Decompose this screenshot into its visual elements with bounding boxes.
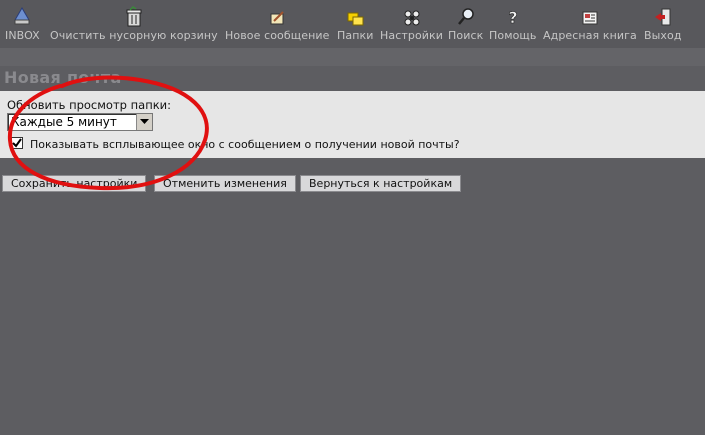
help-icon: ?	[508, 8, 518, 28]
toolbar-logout-button[interactable]: Выход	[644, 6, 682, 46]
cancel-changes-button[interactable]: Отменить изменения	[154, 175, 296, 192]
toolbar-help-button[interactable]: ? Помощь	[489, 6, 536, 46]
inbox-icon	[14, 7, 31, 25]
search-icon	[457, 8, 474, 25]
toolbar-settings-button[interactable]: Настройки	[380, 6, 443, 46]
chevron-down-icon	[140, 119, 149, 124]
toolbar-empty-trash-button[interactable]: Очистить нусорную корзину	[50, 6, 218, 46]
toolbar-address-book-label: Адресная книга	[543, 29, 637, 42]
compose-icon	[270, 11, 284, 25]
toolbar-inbox-button[interactable]: INBOX	[5, 6, 40, 46]
toolbar-search-button[interactable]: Поиск	[448, 6, 483, 46]
toolbar-separator	[0, 48, 705, 66]
page-title: Новая почта	[4, 68, 122, 87]
trash-icon	[126, 6, 142, 27]
toolbar-help-label: Помощь	[489, 29, 537, 42]
logout-icon	[654, 8, 671, 26]
toolbar-folders-button[interactable]: Папки	[337, 6, 374, 46]
toolbar-search-label: Поиск	[448, 29, 484, 42]
popup-notification-checkbox[interactable]	[11, 137, 23, 149]
toolbar-logout-label: Выход	[644, 29, 682, 42]
svg-text:?: ?	[508, 8, 517, 27]
folders-icon	[347, 12, 364, 26]
new-mail-settings-panel: Обновить просмотр папки: Каждые 5 минут …	[0, 91, 705, 158]
toolbar-compose-label: Новое сообщение	[225, 29, 330, 42]
save-settings-button[interactable]: Сохранить настройки	[2, 175, 147, 192]
refresh-interval-select[interactable]: Каждые 5 минут	[7, 113, 153, 131]
toolbar-inbox-label: INBOX	[5, 29, 40, 42]
back-to-settings-button[interactable]: Вернуться к настройкам	[300, 175, 462, 192]
checkmark-icon	[12, 138, 22, 148]
popup-notification-label: Показывать всплывающее окно с сообщением…	[30, 138, 460, 151]
refresh-interval-value: Каждые 5 минут	[11, 115, 117, 129]
main-toolbar: INBOX Очистить нусорную корзину Новое со…	[0, 0, 705, 48]
refresh-interval-label: Обновить просмотр папки:	[7, 98, 172, 112]
address-book-icon	[582, 11, 598, 25]
toolbar-folders-label: Папки	[337, 29, 374, 42]
toolbar-empty-trash-label: Очистить нусорную корзину	[50, 29, 218, 42]
toolbar-settings-label: Настройки	[380, 29, 444, 42]
toolbar-address-book-button[interactable]: Адресная книга	[543, 6, 637, 46]
dropdown-arrow-button[interactable]	[136, 114, 152, 130]
settings-icon	[404, 10, 420, 26]
toolbar-compose-button[interactable]: Новое сообщение	[225, 6, 330, 46]
